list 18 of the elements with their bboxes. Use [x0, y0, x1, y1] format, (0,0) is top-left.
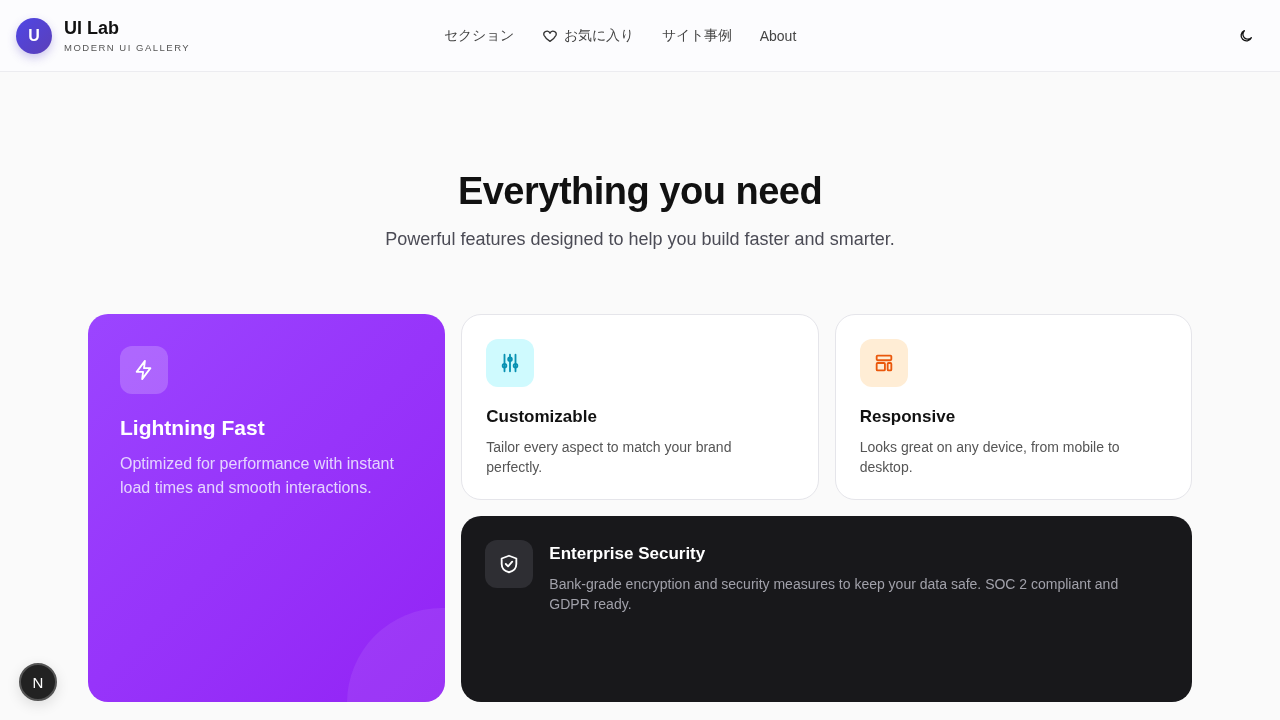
feature-title: Customizable: [486, 407, 598, 427]
feature-title: Enterprise Security: [549, 544, 707, 564]
feature-description: Looks great on any device, from mobile to desktop.: [859, 438, 1121, 477]
feature-description: Bank-grade encryption and security measures to keep your data safe. SOC 2 compliant and GDPR ready.: [549, 575, 1120, 614]
section-heading: Everything you need: [456, 170, 824, 213]
site-subtitle: MODERN UI GALLERY: [64, 42, 191, 53]
feature-title: Lightning Fast: [120, 416, 266, 440]
logo-badge[interactable]: U: [16, 17, 52, 54]
nav-link[interactable]: サイト事例: [661, 26, 732, 45]
nav-link[interactable]: お気に入り: [541, 26, 634, 45]
nav-link[interactable]: セクション: [443, 26, 514, 45]
feature-description: Tailor every aspect to match your brand perfectly.: [486, 438, 733, 477]
feature-description: Optimized for performance with instant load times and smooth interactions.: [120, 454, 395, 498]
feature-title: Responsive: [859, 407, 957, 427]
nav-link[interactable]: About: [759, 26, 797, 45]
section-subheading: Powerful features designed to help you build faster and smarter.: [384, 229, 896, 250]
dev-tools-button[interactable]: N: [19, 663, 57, 701]
site-title: UI Lab: [64, 18, 120, 39]
